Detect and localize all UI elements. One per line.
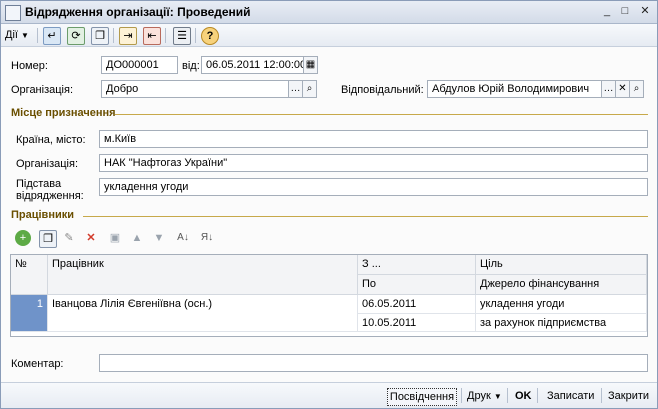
column-header-from[interactable]: З ...	[358, 255, 476, 275]
print-button[interactable]: Друк ▼	[467, 388, 502, 404]
toolbar-separator	[195, 28, 196, 43]
chevron-down-icon: ▼	[493, 392, 502, 401]
post-icon[interactable]: ⇥	[119, 27, 137, 45]
enter-field-icon[interactable]: ↵	[43, 27, 61, 45]
edit-row-icon[interactable]: ✎	[61, 230, 77, 246]
copy-icon[interactable]: ❐	[91, 27, 109, 45]
document-window: Відрядження організації: Проведений _ □ …	[0, 0, 658, 409]
organization-label: Організація:	[11, 84, 73, 96]
window-title: Відрядження організації: Проведений	[25, 5, 251, 19]
basis-field[interactable]: укладення угоди	[99, 178, 648, 196]
date-label: від:	[182, 60, 200, 72]
actions-menu[interactable]: Дії ▼	[5, 27, 29, 43]
table-row-num[interactable]: 1	[11, 295, 48, 332]
print-button-label: Друк	[467, 390, 491, 402]
table-row-to[interactable]: 10.05.2011	[358, 314, 476, 332]
number-label: Номер:	[11, 60, 48, 72]
destination-organization-field[interactable]: НАК "Нафтогаз України"	[99, 154, 648, 172]
table-row-worker[interactable]: Іванцова Лілія Євгеніївна (осн.)	[48, 295, 358, 332]
move-down-icon[interactable]: ▼	[151, 230, 167, 246]
toolbar-separator	[37, 28, 38, 43]
column-header-worker[interactable]: Працівник	[48, 255, 358, 295]
destination-section-title: Місце призначення	[11, 107, 116, 119]
maximize-button[interactable]: □	[617, 4, 633, 19]
form-footer: Посвідчення Друк ▼ OK Записати Закрити	[1, 382, 657, 408]
footer-separator	[461, 388, 462, 403]
select-ellipsis-icon[interactable]: …	[602, 80, 616, 98]
end-edit-icon[interactable]: ▣	[107, 230, 123, 246]
section-divider	[83, 216, 648, 217]
document-icon	[5, 5, 21, 21]
column-header-funding[interactable]: Джерело фінансування	[476, 275, 647, 295]
sort-descending-icon[interactable]: Я↓	[199, 230, 215, 246]
table-row-funding[interactable]: за рахунок підприємства	[476, 314, 647, 332]
number-field[interactable]: ДО000001	[101, 56, 178, 74]
footer-separator	[507, 388, 508, 403]
column-header-num[interactable]: №	[11, 255, 48, 295]
list-icon[interactable]: ☰	[173, 27, 191, 45]
unpost-icon[interactable]: ⇤	[143, 27, 161, 45]
comment-label: Коментар:	[11, 358, 64, 370]
column-header-purpose[interactable]: Ціль	[476, 255, 647, 275]
section-divider	[115, 114, 648, 115]
footer-separator	[601, 388, 602, 403]
certificate-button[interactable]: Посвідчення	[387, 388, 457, 406]
column-header-to[interactable]: По	[358, 275, 476, 295]
copy-row-icon[interactable]: ❐	[39, 230, 57, 248]
close-window-button[interactable]: ✕	[637, 4, 653, 19]
toolbar-separator	[165, 28, 166, 43]
delete-row-icon[interactable]: ✕	[83, 230, 99, 246]
refresh-icon[interactable]: ⟳	[67, 27, 85, 45]
basis-label: Підстава відрядження:	[16, 178, 84, 202]
title-bar: Відрядження організації: Проведений _ □ …	[1, 1, 657, 24]
save-button[interactable]: Записати	[547, 388, 594, 404]
select-ellipsis-icon[interactable]: …	[289, 80, 303, 98]
destination-organization-label: Організація:	[16, 158, 78, 170]
responsible-label: Відповідальний:	[341, 84, 424, 96]
close-button[interactable]: Закрити	[608, 388, 649, 404]
country-city-label: Країна, місто:	[16, 134, 86, 146]
country-city-field[interactable]: м.Київ	[99, 130, 648, 148]
comment-field[interactable]	[99, 354, 648, 372]
date-field[interactable]: 06.05.2011 12:00:00	[201, 56, 304, 74]
chevron-down-icon: ▼	[21, 31, 29, 40]
footer-separator	[537, 388, 538, 403]
responsible-field[interactable]: Абдулов Юрій Володимирович	[427, 80, 602, 98]
table-row-purpose[interactable]: укладення угоди	[476, 295, 647, 314]
ok-button[interactable]: OK	[515, 388, 532, 404]
minimize-button[interactable]: _	[599, 4, 615, 19]
add-row-icon[interactable]: +	[15, 230, 31, 246]
sort-ascending-icon[interactable]: A↓	[175, 230, 191, 246]
move-up-icon[interactable]: ▲	[129, 230, 145, 246]
table-row-from[interactable]: 06.05.2011	[358, 295, 476, 314]
search-icon[interactable]: ⌕	[303, 80, 317, 98]
workers-section-title: Працівники	[11, 209, 74, 221]
search-icon[interactable]: ⌕	[630, 80, 644, 98]
organization-field[interactable]: Добро	[101, 80, 289, 98]
actions-menu-label: Дії	[5, 29, 18, 41]
help-icon[interactable]: ?	[201, 27, 219, 45]
command-toolbar: Дії ▼ ↵ ⟳ ❐ ⇥ ⇤ ☰ ?	[1, 24, 657, 47]
toolbar-separator	[113, 28, 114, 43]
calendar-icon[interactable]: ▦	[304, 56, 318, 74]
clear-icon[interactable]: ✕	[616, 80, 630, 98]
workers-table: № Працівник З ... Ціль По Джерело фінанс…	[10, 254, 648, 337]
